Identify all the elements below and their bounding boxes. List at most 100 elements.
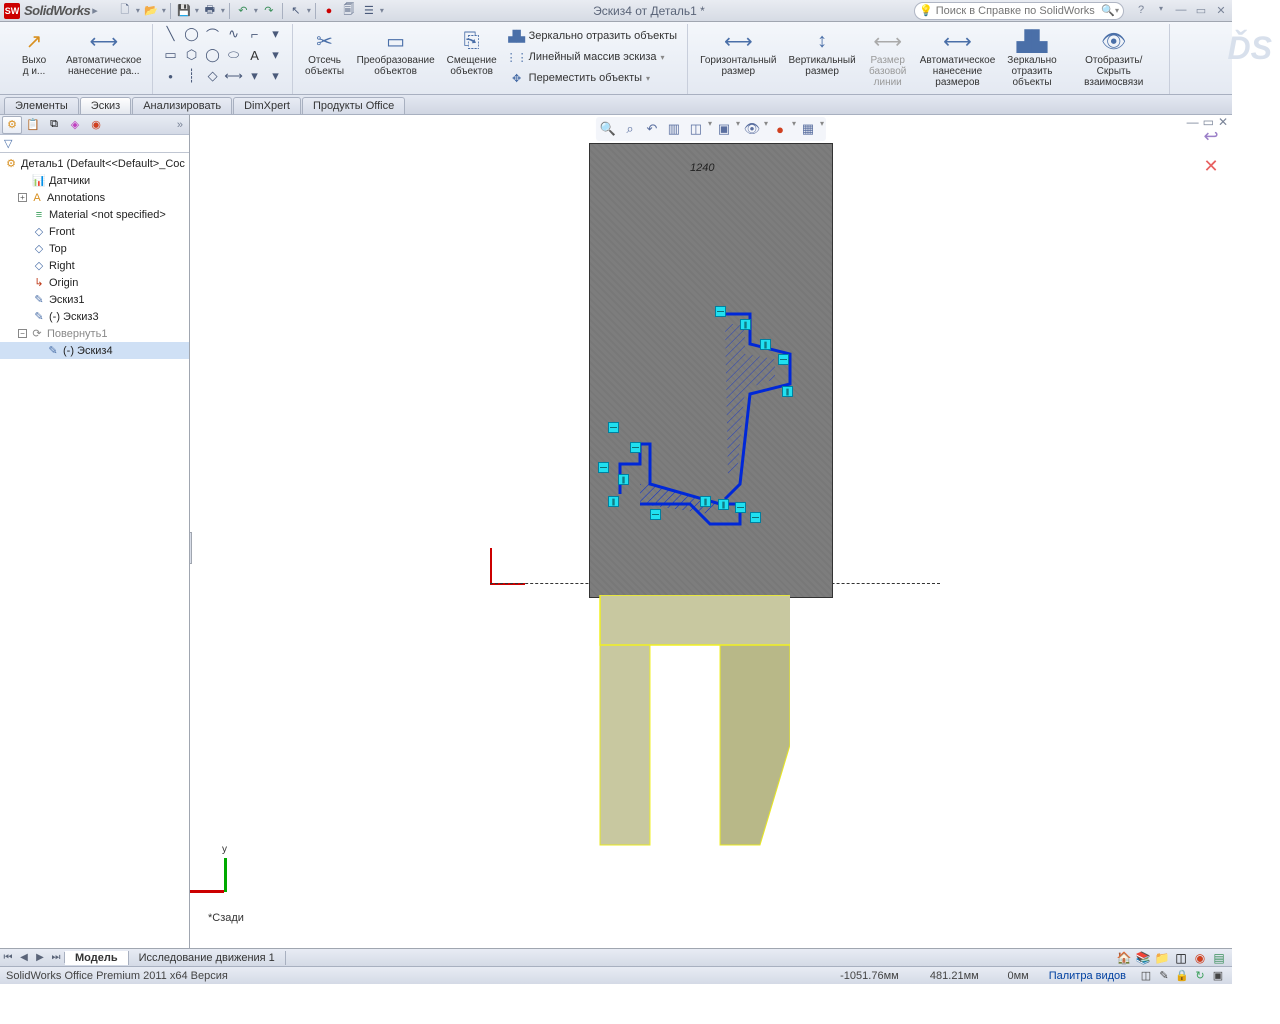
revolved-model[interactable] [590,595,790,855]
tree-sensors[interactable]: 📊Датчики [0,172,189,189]
feature-tree[interactable]: ⚙Деталь1 (Default<<Default>_Сос 📊Датчики… [0,153,189,948]
status-palette-link[interactable]: Палитра видов [1049,970,1126,982]
settings-icon[interactable]: ☰ [360,2,378,20]
tree-origin[interactable]: ↳Origin [0,274,189,291]
tree-sketch4[interactable]: ✎(-) Эскиз4 [0,342,189,359]
file-explorer-tab-icon[interactable]: 📁 [1153,950,1171,966]
constraint-icon[interactable]: — [650,509,661,520]
tab-model[interactable]: Модель [65,951,129,965]
status-lock-icon[interactable]: 🔒 [1174,969,1190,982]
constraint-icon[interactable]: ∥ [700,496,711,507]
status-rebuild-icon[interactable]: ↻ [1192,969,1208,982]
display-style-icon[interactable]: ▣ [714,119,734,139]
confirm-sketch-icon[interactable]: ↩ [1198,123,1224,149]
rect-tool-icon[interactable]: ▭ [161,45,181,65]
expand-icon[interactable]: + [18,193,27,202]
centerline-tool-icon[interactable]: ┊ [182,66,202,86]
more3-icon[interactable]: ▾ [245,66,265,86]
tab-dimxpert[interactable]: DimXpert [233,97,301,114]
feature-tree-tab-icon[interactable]: ⚙ [2,116,22,134]
close-icon[interactable]: ✕ [1214,4,1228,17]
search-icon[interactable]: 🔍 [1101,4,1115,17]
undo-icon[interactable]: ↶ [234,2,252,20]
offset-button[interactable]: ⎘ Смещение объектов [443,24,501,80]
collapse-icon[interactable]: − [18,329,27,338]
rebuild-icon[interactable]: ● [320,2,338,20]
display-tab-icon[interactable]: ◉ [86,116,106,134]
hide-show-icon[interactable]: 👁 [742,119,762,139]
view-palette-tab-icon[interactable]: ◫ [1172,950,1190,966]
arc-tool-icon[interactable]: ⌒ [203,24,223,44]
help-search[interactable]: 💡 🔍 ▾ [914,2,1124,20]
constraint-icon[interactable]: ∥ [608,496,619,507]
prev-view-icon[interactable]: ↶ [642,119,662,139]
constraint-icon[interactable]: — [778,354,789,365]
fillet-tool-icon[interactable]: ⌐ [245,24,265,44]
print-icon[interactable]: 🖶 [201,2,219,20]
dimxpert-tab-icon[interactable]: ◈ [65,116,85,134]
zoom-fit-icon[interactable]: 🔍 [598,119,618,139]
tree-front[interactable]: ◇Front [0,223,189,240]
auto-dimension-button[interactable]: ⟷ Автоматическое нанесение ра... [62,24,146,80]
open-file-icon[interactable]: 📂 [142,2,160,20]
tab-motion-study[interactable]: Исследование движения 1 [129,951,286,965]
tab-sketch[interactable]: Эскиз [80,97,131,114]
polygon-tool-icon[interactable]: ⬡ [182,45,202,65]
move-button[interactable]: ✥Переместить объекты▾ [505,68,681,88]
first-tab-icon[interactable]: ⏮ [0,952,16,963]
constraint-icon[interactable]: ∥ [782,386,793,397]
custom-props-tab-icon[interactable]: ▤ [1210,950,1228,966]
constraint-icon[interactable]: — [735,502,746,513]
status-flag-icon[interactable]: ▣ [1210,969,1226,982]
constraint-icon[interactable]: ∥ [718,499,729,510]
view-orient-icon[interactable]: ◫ [686,119,706,139]
design-lib-tab-icon[interactable]: 📚 [1134,950,1152,966]
options-icon[interactable]: 🗐 [340,2,358,20]
hdim-button[interactable]: ⟷ Горизонтальный размер [696,24,780,80]
mirror-button[interactable]: ▟▙Зеркально отразить объекты [505,26,681,46]
maximize-icon[interactable]: ▭ [1194,4,1208,17]
pattern-button[interactable]: ⋮⋮Линейный массив эскиза▾ [505,47,681,67]
tree-right[interactable]: ◇Right [0,257,189,274]
select-icon[interactable]: ↖ [287,2,305,20]
constraint-icon[interactable]: ∥ [760,339,771,350]
point-tool-icon[interactable]: • [161,66,181,86]
tree-root[interactable]: ⚙Деталь1 (Default<<Default>_Сос [0,155,189,172]
more1-icon[interactable]: ▾ [266,24,286,44]
text-tool-icon[interactable]: A [245,45,265,65]
vdim-button[interactable]: ↕ Вертикальный размер [784,24,859,80]
zoom-area-icon[interactable]: ⌕ [620,119,640,139]
section-view-icon[interactable]: ▥ [664,119,684,139]
constraint-icon[interactable]: — [750,512,761,523]
config-tab-icon[interactable]: ⧉ [44,116,64,134]
dim-tool-icon[interactable]: ⟷ [224,66,244,86]
spline-tool-icon[interactable]: ∿ [224,24,244,44]
doc-minimize-icon[interactable]: — [1187,115,1199,129]
tab-elements[interactable]: Элементы [4,97,79,114]
trim-button[interactable]: ✂ Отсечь объекты [301,24,349,80]
tab-office[interactable]: Продукты Office [302,97,405,114]
auto-dim2-button[interactable]: ⟷ Автоматическое нанесение размеров [916,24,1000,91]
filter-icon[interactable]: ▽ [4,137,12,150]
show-relations-button[interactable]: 👁 Отобразить/Скрыть взаимосвязи [1065,24,1163,91]
next-tab-icon[interactable]: ▶ [32,952,48,963]
constraint-icon[interactable]: — [715,306,726,317]
scene-icon[interactable]: ▦ [798,119,818,139]
more2-icon[interactable]: ▾ [266,45,286,65]
convert-button[interactable]: ▭ Преобразование объектов [353,24,439,80]
tree-top[interactable]: ◇Top [0,240,189,257]
constraint-icon[interactable]: — [630,442,641,453]
status-units-icon[interactable]: ◫ [1138,969,1154,982]
ellipse-tool-icon[interactable]: ◯ [203,45,223,65]
exit-sketch-button[interactable]: ↗ Выхо д и... [10,24,58,80]
constraint-icon[interactable]: — [608,422,619,433]
panel-splitter-handle[interactable] [190,532,192,564]
tree-annotations[interactable]: +AAnnotations [0,189,189,206]
graphics-viewport[interactable]: — ▭ ✕ ↩ ✕ 🔍 ⌕ ↶ ▥ ◫▾ ▣▾ 👁▾ ●▾ ▦▾ 1240 [190,115,1232,948]
save-icon[interactable]: 💾 [175,2,193,20]
line-tool-icon[interactable]: ╲ [161,24,181,44]
mirror-obj-button[interactable]: ▟▙ Зеркально отразить объекты [1003,24,1060,91]
slot-tool-icon[interactable]: ⬭ [224,45,244,65]
panel-collapse-icon[interactable]: » [173,119,187,131]
tab-analyze[interactable]: Анализировать [132,97,232,114]
